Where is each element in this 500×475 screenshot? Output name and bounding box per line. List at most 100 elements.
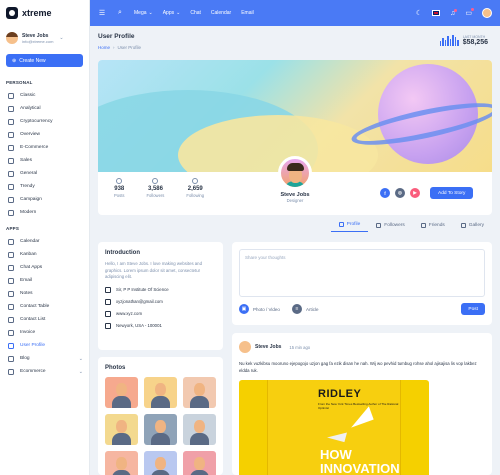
dribbble-icon[interactable]: ◎: [395, 188, 405, 198]
photo-thumb[interactable]: [105, 414, 138, 445]
topnav-calendar[interactable]: Calendar: [211, 10, 231, 16]
sidebar-item-label: Cryptocurrency: [20, 119, 53, 124]
sidebar-item-label: Trendy: [20, 184, 35, 189]
nav-item-icon: [8, 105, 14, 112]
bell-icon[interactable]: ♫: [450, 8, 458, 17]
sidebar-item-label: Notes: [20, 291, 33, 296]
sidebar-item-email[interactable]: Email: [0, 274, 89, 287]
profile-role: Designer: [286, 198, 304, 203]
youtube-icon[interactable]: ▶: [410, 188, 420, 198]
sidebar-item-invoice[interactable]: Invoice: [0, 326, 89, 339]
post-image[interactable]: RIDLEY From the New York Times Bestselli…: [239, 380, 429, 475]
photo-thumb[interactable]: [144, 451, 177, 475]
tab-label: Friends: [428, 222, 445, 228]
moon-icon[interactable]: ☾: [416, 9, 422, 17]
sidebar-item-modern[interactable]: Modern: [0, 206, 89, 219]
post-time: 15 min ago: [289, 344, 311, 350]
sidebar-item-classic[interactable]: Classic: [0, 89, 89, 102]
profile-tabs: Profile Followers Friends Gallery: [98, 218, 492, 232]
sidebar-item-label: Blog: [20, 356, 30, 361]
tab-friends[interactable]: Friends: [413, 218, 453, 232]
photos-card: Photos: [98, 357, 223, 475]
add-to-story-button[interactable]: Add To Story: [430, 187, 474, 199]
profile-stats: 938 Posts 3,586 Followers 2,659 Followin…: [114, 178, 204, 198]
sidebar-item-general[interactable]: General: [0, 167, 89, 180]
sidebar-item-calendar[interactable]: Calendar: [0, 235, 89, 248]
flag-uk-icon[interactable]: [432, 10, 441, 16]
photo-icon[interactable]: ▣: [239, 304, 249, 314]
nav-section-title: PERSONAL: [6, 80, 33, 85]
chevron-down-icon: ⌄: [59, 35, 64, 41]
sidebar-item-ecommerce[interactable]: Ecommerce ⌄: [0, 365, 89, 378]
nav-item-icon: [8, 368, 14, 375]
topnav-apps[interactable]: Apps ⌄: [163, 10, 181, 16]
photo-thumb[interactable]: [144, 377, 177, 408]
user-circle-icon: [152, 178, 159, 184]
nav-item-icon: [8, 92, 14, 99]
photo-thumb[interactable]: [183, 377, 216, 408]
topnav-chat[interactable]: Chat: [190, 10, 201, 16]
breadcrumb-home[interactable]: Home: [98, 45, 110, 50]
sidebar-item-campaign[interactable]: Campaign: [0, 193, 89, 206]
tab-followers[interactable]: Followers: [368, 218, 413, 232]
search-icon[interactable]: ⌕: [116, 9, 124, 17]
menu-icon[interactable]: ☰: [98, 9, 106, 17]
nav-item-icon: [8, 342, 14, 349]
post-button[interactable]: Post: [461, 303, 485, 315]
nav-item-icon: [8, 290, 14, 297]
avatar[interactable]: [239, 341, 251, 353]
thoughts-input[interactable]: Share your thoughts: [239, 249, 485, 297]
facebook-icon[interactable]: f: [380, 188, 390, 198]
photo-thumb[interactable]: [105, 377, 138, 408]
tab-gallery[interactable]: Gallery: [453, 218, 492, 232]
nav-item-icon: [8, 209, 14, 216]
photo-video-label[interactable]: Photo / Video: [253, 307, 280, 312]
heart-icon: [376, 222, 382, 228]
photo-thumb[interactable]: [183, 451, 216, 475]
sidebar-item-cryptocurrency[interactable]: Cryptocurrency: [0, 115, 89, 128]
photo-thumb[interactable]: [105, 451, 138, 475]
nav-item-icon: [8, 157, 14, 164]
topnav-label: Mega: [134, 10, 147, 16]
profile-card: 938 Posts 3,586 Followers 2,659 Followin…: [98, 60, 492, 215]
info-text[interactable]: www.xyz.com: [116, 311, 142, 316]
plus-icon: ⊕: [12, 57, 17, 64]
tab-profile[interactable]: Profile: [330, 218, 369, 232]
create-new-button[interactable]: ⊕ Create New: [6, 54, 83, 67]
header-avatar[interactable]: [482, 8, 492, 18]
sidebar-item-chat-apps[interactable]: Chat Apps: [0, 261, 89, 274]
brand-logo[interactable]: xtreme: [0, 0, 89, 26]
user-check-icon: [192, 178, 199, 184]
info-text[interactable]: xyzjonathan@gmail.com: [116, 299, 163, 304]
stat-following: 2,659 Following: [186, 178, 204, 198]
article-label[interactable]: Article: [306, 307, 319, 312]
topnav-email[interactable]: Email: [241, 10, 254, 16]
nav-item-icon: [8, 277, 14, 284]
sidebar-item-notes[interactable]: Notes: [0, 287, 89, 300]
post-author[interactable]: Steve Jobs: [255, 344, 281, 350]
sidebar-user[interactable]: Steve Jobs info@xtreme.com ⌄: [0, 26, 89, 48]
paper-plane-icon: [327, 427, 347, 443]
social-links: f ◎ ▶ Add To Story: [380, 187, 474, 199]
sidebar-item-sales[interactable]: Sales: [0, 154, 89, 167]
photo-thumb[interactable]: [183, 414, 216, 445]
sidebar-item-contact-list[interactable]: Contact List: [0, 313, 89, 326]
device-desktop-icon: [105, 310, 111, 317]
sidebar-item-contact-table[interactable]: Contact Table: [0, 300, 89, 313]
photo-thumb[interactable]: [144, 414, 177, 445]
message-icon[interactable]: ▭: [465, 8, 474, 17]
sidebar-item-overview[interactable]: Overview: [0, 128, 89, 141]
article-icon[interactable]: ≡: [291, 304, 302, 314]
file-icon: [116, 178, 123, 184]
sidebar-item-user-profile[interactable]: User Profile: [0, 339, 89, 352]
sidebar-item-trendy[interactable]: Trendy: [0, 180, 89, 193]
topnav-mega[interactable]: Mega ⌄: [134, 10, 153, 16]
mail-icon: [105, 298, 111, 305]
nav-item-icon: [8, 183, 14, 190]
sidebar-item-e-commerce[interactable]: E-Commerce: [0, 141, 89, 154]
sidebar-item-analytical[interactable]: Analytical: [0, 102, 89, 115]
sidebar-item-kanban[interactable]: Kanban: [0, 248, 89, 261]
profile-avatar[interactable]: [278, 156, 312, 190]
sidebar-item-label: Contact Table: [20, 304, 50, 309]
sidebar-item-blog[interactable]: Blog ⌄: [0, 352, 89, 365]
